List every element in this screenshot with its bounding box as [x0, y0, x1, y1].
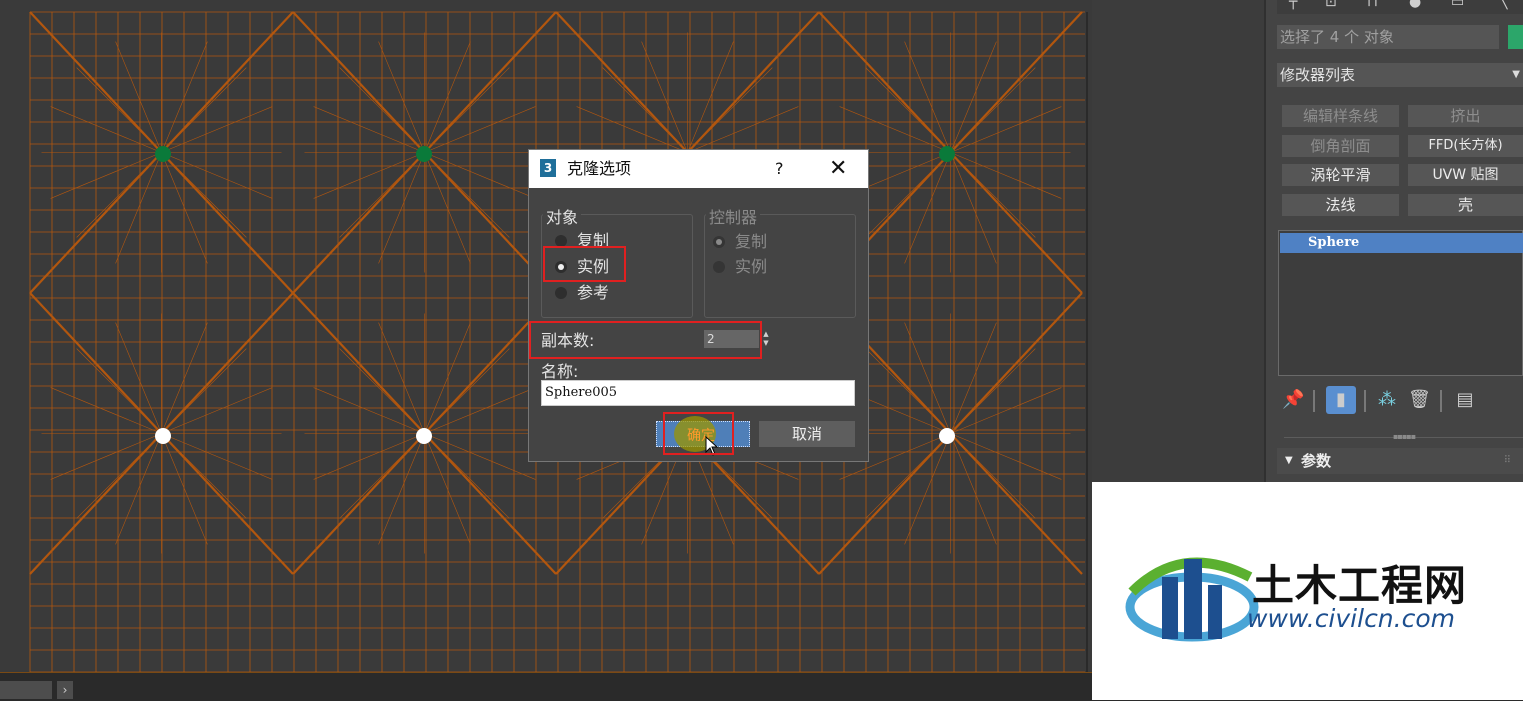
modify-tab-icon[interactable]: ⊡: [1325, 0, 1337, 10]
chevron-down-icon: ▼: [1512, 69, 1520, 80]
object-group-label: 对象: [543, 204, 582, 228]
controller-group: [704, 214, 856, 318]
radio-dot-selected: [713, 236, 725, 248]
ok-highlight-box: [663, 412, 734, 455]
help-icon[interactable]: ?: [775, 150, 784, 188]
toolbar-separator: [1313, 390, 1315, 412]
toolbar-separator: [1440, 390, 1442, 412]
copies-highlight-box: [529, 321, 762, 359]
selection-name-field[interactable]: 选择了 4 个 对象: [1277, 25, 1499, 49]
name-label: 名称:: [541, 362, 579, 381]
rollout-grip-icon: ⠿: [1503, 455, 1511, 466]
command-panel-tabs: ┬ ⊡ ⊓ ● ▭ ╲: [1277, 0, 1523, 14]
instance-highlight-box: [543, 246, 626, 282]
close-icon[interactable]: ✕: [829, 150, 847, 188]
civilcn-logo-mark: [1125, 557, 1259, 642]
spinner-arrows-icon[interactable]: ▲ ▼: [761, 330, 771, 348]
hierarchy-tab-icon[interactable]: ⊓: [1367, 0, 1378, 10]
bevel-profile-button[interactable]: 倒角剖面: [1282, 135, 1399, 157]
uvw-map-button[interactable]: UVW 贴图: [1408, 164, 1523, 186]
ffd-box-button[interactable]: FFD(长方体): [1408, 135, 1523, 157]
next-frame-icon[interactable]: ›: [57, 681, 73, 699]
configure-modifier-sets-icon[interactable]: ▤: [1454, 386, 1476, 414]
viewport-side-area: [1092, 0, 1264, 482]
remove-modifier-icon[interactable]: 🗑: [1408, 386, 1431, 414]
controller-group-label: 控制器: [706, 204, 761, 228]
show-end-result-icon[interactable]: ▮: [1326, 386, 1356, 414]
shell-button[interactable]: 壳: [1408, 194, 1523, 216]
pin-icon[interactable]: 📌: [1282, 386, 1304, 414]
stack-item-sphere[interactable]: Sphere: [1280, 233, 1523, 253]
brand-url: www.civilcn.com: [1247, 604, 1455, 633]
clone-options-dialog: 3 克隆选项 ? ✕ 对象 复制 实例 参考 控制器 复制 实例 副本数: 2 …: [528, 149, 869, 462]
motion-tab-icon[interactable]: ●: [1409, 0, 1421, 10]
extrude-button[interactable]: 挤出: [1408, 105, 1523, 127]
modifier-list-label: 修改器列表: [1280, 66, 1356, 84]
watermark-logo: 土木工程网 www.civilcn.com: [1092, 482, 1523, 700]
display-tab-icon[interactable]: ▭: [1451, 0, 1464, 10]
name-input[interactable]: Sphere005: [541, 380, 855, 406]
radio-dot: [713, 261, 725, 273]
radio-dot: [555, 287, 567, 299]
cancel-button[interactable]: 取消: [759, 421, 855, 447]
dialog-titlebar[interactable]: 3 克隆选项 ? ✕: [529, 150, 868, 188]
create-tab-icon[interactable]: ┬: [1289, 0, 1297, 10]
edit-spline-button[interactable]: 编辑样条线: [1282, 105, 1399, 127]
parameters-rollout[interactable]: ▼ 参数 ⠿: [1277, 448, 1523, 474]
drag-grip-icon[interactable]: ▪▪▪▪▪: [1393, 433, 1416, 441]
toolbar-separator: [1364, 390, 1366, 412]
dialog-title: 克隆选项: [567, 159, 632, 178]
modifier-stack[interactable]: Sphere: [1278, 230, 1523, 376]
normal-button[interactable]: 法线: [1282, 194, 1399, 216]
utilities-tab-icon[interactable]: ╲: [1499, 0, 1507, 10]
time-slider-field[interactable]: [0, 681, 52, 699]
make-unique-icon[interactable]: ⁂: [1376, 386, 1398, 414]
app-icon: 3: [540, 159, 556, 177]
rollout-toggle-icon: ▼: [1285, 455, 1293, 466]
time-slider-bar: ›: [0, 672, 1092, 701]
rollout-title: 参数: [1301, 452, 1332, 470]
modifier-list-dropdown[interactable]: 修改器列表 ▼: [1277, 63, 1523, 87]
turbosmooth-button[interactable]: 涡轮平滑: [1282, 164, 1399, 186]
object-color-swatch[interactable]: [1508, 25, 1523, 49]
